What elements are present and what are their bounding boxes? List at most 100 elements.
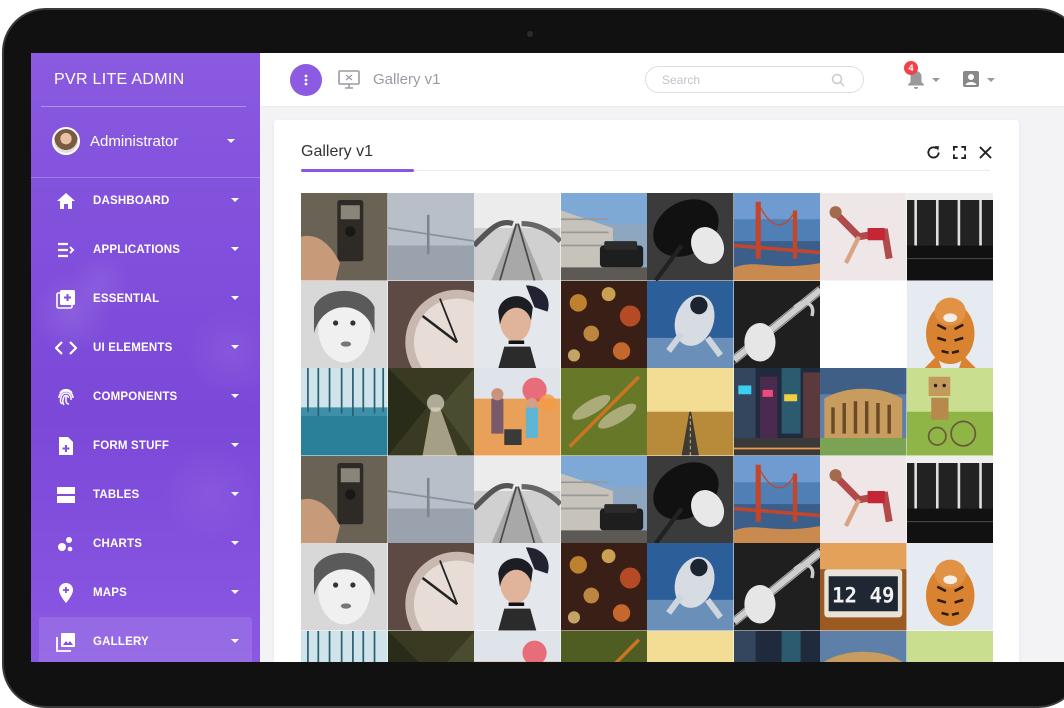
gallery-image-kids-bubbles[interactable] [474,368,561,456]
sidebar-item-label: TABLES [93,488,140,501]
gallery-image-woman-face-bw[interactable] [301,543,388,631]
gallery-image-colosseum[interactable] [820,368,907,456]
sidebar-item-components[interactable]: COMPONENTS [31,372,260,421]
close-icon[interactable] [977,144,993,160]
gallery-image-desert-road[interactable] [647,368,734,456]
gallery-image-vintage-clock[interactable] [387,280,474,368]
gallery-image-golden-gate-bridge[interactable] [733,455,820,543]
photo-library-icon [55,631,77,653]
gallery-image-hand-with-camera[interactable] [301,193,388,281]
gallery-image-dancer[interactable] [820,455,907,543]
page-title: Gallery v1 [373,71,441,88]
avatar [52,127,80,155]
sidebar-item-maps[interactable]: MAPS [31,568,260,617]
gallery-image-blue-forest[interactable] [301,368,388,456]
gallery-image-forest-path[interactable] [387,368,474,456]
camera-dot [527,31,533,37]
gallery-image-city-street[interactable] [733,368,820,456]
gallery-image-woman-face-bw[interactable] [301,280,388,368]
more-vertical-icon [304,74,308,86]
sidebar-item-label: ESSENTIAL [93,292,160,305]
sidebar-item-form-stuff[interactable]: FORM STUFF [31,421,260,470]
gallery-image-dragonfly[interactable] [560,368,647,456]
gallery-image-dancer[interactable] [820,193,907,281]
gallery-image-foggy-bridge[interactable] [387,455,474,543]
sidebar-item-tables[interactable]: TABLES [31,470,260,519]
gallery-image-blank[interactable] [820,280,907,368]
gallery-image-forest-path[interactable] [387,630,474,662]
gallery-image-blue-forest[interactable] [301,630,388,662]
gallery-grid: 12 49 [301,193,993,662]
gallery-image-astronaut[interactable] [647,543,734,631]
gallery-image-astronaut[interactable] [647,280,734,368]
divider [41,106,246,107]
search-box [645,66,864,93]
chevron-down-icon [231,541,239,545]
chevron-down-icon [987,78,995,82]
gallery-image-dark-windows[interactable] [906,455,993,543]
sidebar-item-dashboard[interactable]: DASHBOARD [31,176,260,225]
gallery-image-guitar-player[interactable] [733,280,820,368]
sidebar-item-label: GALLERY [93,635,149,648]
gallery-image-tiger-in-snow[interactable] [906,543,993,631]
search-input[interactable] [662,67,832,92]
gallery-image-golden-gate-bridge[interactable] [733,193,820,281]
refresh-icon[interactable] [925,144,941,160]
gallery-image-vintage-clock[interactable] [387,543,474,631]
gallery-image-flip-clock[interactable]: 12 49 [820,543,907,631]
sidebar-item-label: MAPS [93,586,128,599]
sidebar-item-label: UI ELEMENTS [93,341,173,354]
gallery-image-foggy-bridge[interactable] [387,193,474,281]
gallery-image-hand-with-camera[interactable] [301,455,388,543]
gallery-image-railroad-tracks[interactable] [474,455,561,543]
chevron-down-icon [231,590,239,594]
top-bar: Gallery v1 4 [260,53,1064,107]
fullscreen-icon[interactable] [951,144,967,160]
title-underline [301,169,414,172]
gallery-image-woman-portrait[interactable] [474,280,561,368]
gallery-image-cardboard-robot[interactable] [906,630,993,662]
sidebar-item-label: CHARTS [93,537,143,550]
gallery-image-guitar-player[interactable] [733,543,820,631]
gallery-image-cardboard-robot[interactable] [906,368,993,456]
gallery-image-black-suv[interactable] [560,455,647,543]
add-box-icon [55,288,77,310]
chevron-down-icon [231,345,239,349]
gallery-image-desert-road[interactable] [647,630,734,662]
sidebar-item-gallery[interactable]: GALLERY [39,617,252,662]
gallery-image-colosseum[interactable] [820,630,907,662]
gallery-image-city-street[interactable] [733,630,820,662]
gallery-image-bokeh-lights[interactable] [560,543,647,631]
sidebar-item-charts[interactable]: CHARTS [31,519,260,568]
user-name: Administrator [90,132,179,150]
place-icon [55,582,77,604]
chevron-down-icon [231,443,239,447]
gallery-image-black-suv[interactable] [560,193,647,281]
sidebar-item-label: DASHBOARD [93,194,170,207]
gallery-image-desk-lamp[interactable] [647,455,734,543]
gallery-image-desk-lamp[interactable] [647,193,734,281]
sidebar-item-label: COMPONENTS [93,390,178,403]
code-icon [55,337,77,359]
card-title: Gallery v1 [301,143,374,160]
notification-count-badge: 4 [904,61,918,75]
account-box-icon [962,70,980,93]
sidebar-item-ui-elements[interactable]: UI ELEMENTS [31,323,260,372]
sidebar-item-essential[interactable]: ESSENTIAL [31,274,260,323]
brand-logo-text[interactable]: PVR LITE ADMIN [54,71,184,89]
gallery-image-dragonfly[interactable] [560,630,647,662]
sidebar-item-label: APPLICATIONS [93,243,181,256]
menu-toggle-button[interactable] [290,64,322,96]
chevron-down-icon [227,139,235,143]
gallery-image-railroad-tracks[interactable] [474,193,561,281]
search-icon[interactable] [831,73,845,92]
gallery-image-bokeh-lights[interactable] [560,280,647,368]
gallery-image-kids-bubbles[interactable] [474,630,561,662]
gallery-image-woman-portrait[interactable] [474,543,561,631]
card-tools [925,144,993,160]
sidebar-item-applications[interactable]: APPLICATIONS [31,225,260,274]
chevron-down-icon [231,492,239,496]
user-menu[interactable]: Administrator [52,126,242,156]
gallery-image-tiger-in-snow[interactable] [906,280,993,368]
gallery-image-dark-windows[interactable] [906,193,993,281]
